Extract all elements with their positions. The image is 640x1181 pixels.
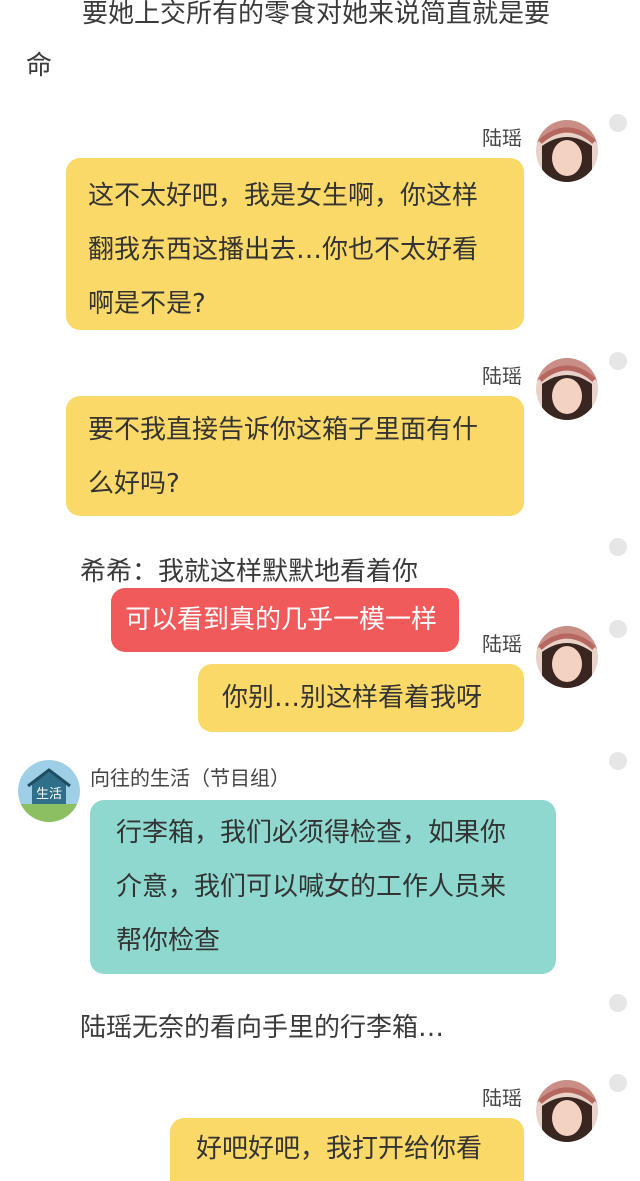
narration-line: 陆瑶无奈的看向手里的行李箱…	[80, 1013, 445, 1043]
avatar-image	[536, 358, 598, 420]
status-dot	[609, 752, 627, 770]
avatar[interactable]	[536, 1080, 598, 1142]
caption-speaker: 希希：	[80, 557, 159, 587]
sender-name: 陆瑶	[482, 632, 522, 656]
sender-name: 向往的生活（节目组）	[90, 766, 290, 790]
message-bubble: 行李箱，我们必须得检查，如果你介意，我们可以喊女的工作人员来帮你检查	[90, 800, 556, 974]
avatar[interactable]: 生活	[18, 760, 80, 822]
narration-line: 要她上交所有的零食对她来说简直就是要	[82, 0, 551, 29]
status-dot	[609, 352, 627, 370]
avatar[interactable]	[536, 358, 598, 420]
avatar[interactable]	[536, 626, 598, 688]
message-bubble: 好吧好吧，我打开给你看	[170, 1118, 524, 1181]
status-dot	[609, 538, 627, 556]
status-dot	[609, 1074, 627, 1092]
status-dot	[609, 620, 627, 638]
message-bubble: 这不太好吧，我是女生啊，你这样翻我东西这播出去…你也不太好看啊是不是?	[66, 158, 524, 330]
avatar[interactable]	[536, 120, 598, 182]
show-logo-avatar: 生活	[18, 760, 80, 822]
sender-name: 陆瑶	[482, 1086, 522, 1110]
narration-line: 命	[26, 51, 53, 81]
svg-text:生活: 生活	[36, 787, 62, 802]
message-bubble: 要不我直接告诉你这箱子里面有什么好吗?	[66, 396, 524, 516]
message-bubble: 你别…别这样看着我呀	[198, 664, 524, 732]
sender-name: 陆瑶	[482, 364, 522, 388]
sender-name: 陆瑶	[482, 126, 522, 150]
caption-text: 我就这样默默地看着你	[158, 557, 419, 587]
highlight-caption: 可以看到真的几乎一模一样	[111, 588, 459, 652]
status-dot	[609, 994, 627, 1012]
status-dot	[609, 114, 627, 132]
avatar-image	[536, 120, 598, 182]
avatar-image	[536, 1080, 598, 1142]
avatar-image	[536, 626, 598, 688]
